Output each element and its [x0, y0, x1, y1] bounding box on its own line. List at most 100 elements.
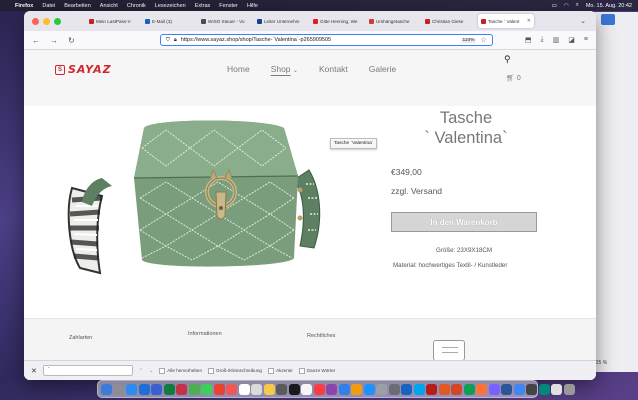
zoom-indicator[interactable]: 110%	[460, 37, 477, 43]
menu-file[interactable]: Datei	[42, 3, 55, 9]
menu-hamburger-icon[interactable]: ≡	[584, 36, 588, 44]
app-icon[interactable]	[276, 383, 287, 395]
tab-wiso[interactable]: WISO Steuer - Vo	[198, 14, 251, 28]
nav-gallery[interactable]: Galerie	[369, 64, 396, 74]
podcasts-icon[interactable]	[326, 383, 337, 395]
search-icon[interactable]: ⚲	[504, 54, 511, 64]
app-icon[interactable]	[338, 383, 350, 395]
powerpoint-icon[interactable]	[451, 383, 462, 395]
match-case-checkbox[interactable]: Groß-/Kleinschreibung	[208, 367, 262, 374]
settings-icon[interactable]	[376, 383, 387, 395]
app-icon[interactable]	[463, 383, 475, 395]
finder-icon[interactable]	[101, 383, 112, 395]
background-window-button[interactable]	[601, 14, 615, 25]
site-icon	[369, 18, 374, 24]
menu-app-name[interactable]: Firefox	[15, 3, 33, 9]
app-icon[interactable]	[413, 383, 425, 395]
downloads-icon[interactable]	[551, 383, 562, 395]
site-logo[interactable]: S SAYAZ	[55, 63, 112, 76]
download-icon[interactable]: ⤓	[541, 36, 544, 44]
add-to-cart-button[interactable]: In den Warenkorb	[391, 212, 537, 232]
app-icon[interactable]	[301, 383, 312, 395]
app-icon[interactable]	[401, 383, 412, 395]
find-input[interactable]: `	[42, 365, 133, 376]
menu-history[interactable]: Chronik	[127, 3, 146, 9]
minimize-window-button[interactable]	[43, 17, 50, 25]
facetime-icon[interactable]	[201, 383, 212, 395]
library-icon[interactable]: ▥	[553, 36, 560, 44]
menu-view[interactable]: Ansicht	[100, 3, 118, 9]
dock	[97, 380, 575, 398]
menu-help[interactable]: Hilfe	[247, 3, 258, 9]
tab-tasche-active[interactable]: Tasche ` Valent ✕	[478, 14, 534, 28]
menu-bookmarks[interactable]: Lesezeichen	[155, 3, 186, 9]
excel-icon[interactable]	[163, 383, 175, 395]
app-icon[interactable]	[438, 383, 450, 395]
match-diacritics-checkbox[interactable]: Akzente	[267, 367, 293, 374]
launchpad-icon[interactable]	[113, 383, 125, 395]
app-icon[interactable]	[176, 383, 187, 395]
highlight-all-checkbox[interactable]: Alle hervorheben	[159, 367, 202, 374]
forward-arrow-icon[interactable]: →	[50, 36, 58, 45]
extension-icon[interactable]: ◪	[568, 36, 575, 44]
find-next-icon[interactable]: ⌄	[149, 368, 153, 374]
shipping-note[interactable]: zzgl. Versand	[391, 186, 442, 196]
app-icon[interactable]	[488, 383, 500, 395]
app-store-icon[interactable]	[363, 383, 375, 395]
menu-tools[interactable]: Extras	[195, 3, 211, 9]
tab-youtube[interactable]: Gitte Henning, We	[310, 14, 363, 28]
close-find-icon[interactable]: ✕	[31, 367, 37, 375]
calendar-icon[interactable]	[238, 383, 250, 395]
lock-icon[interactable]: 🔒︎	[174, 37, 177, 44]
whole-words-checkbox[interactable]: Ganze Wörter	[298, 367, 335, 374]
wifi-icon[interactable]: ◠	[564, 3, 569, 9]
safari-icon[interactable]	[126, 383, 137, 395]
chrome-icon[interactable]	[513, 383, 525, 395]
messages-icon[interactable]	[188, 383, 200, 395]
mail-app-icon[interactable]	[151, 383, 162, 395]
reload-icon[interactable]: ↻	[68, 36, 75, 45]
firefox-icon[interactable]	[476, 383, 487, 395]
menu-window[interactable]: Fenster	[219, 3, 238, 9]
tab-leiter[interactable]: Leiter Unternehm	[254, 14, 307, 28]
app-icon[interactable]	[538, 383, 550, 395]
tab-lastpass[interactable]: Mein LastPass-V	[86, 14, 139, 28]
find-previous-icon[interactable]: ⌃	[139, 368, 143, 374]
url-text[interactable]: https://www.sayaz.shop/shop/Tasche-`Vale…	[181, 37, 331, 43]
clock[interactable]: Mo. 15. Aug. 20:42	[586, 3, 632, 9]
bookmark-star-icon[interactable]: ☆	[480, 36, 486, 44]
back-arrow-icon[interactable]: ←	[32, 36, 40, 45]
app-icon[interactable]	[138, 383, 150, 395]
app-icon[interactable]	[388, 383, 400, 395]
contacts-icon[interactable]	[251, 383, 262, 395]
battery-icon[interactable]: ▭	[552, 3, 557, 9]
tab-christian[interactable]: Christian Giese	[422, 14, 475, 28]
app-icon[interactable]	[213, 383, 225, 395]
nav-contact[interactable]: Kontakt	[319, 64, 348, 74]
close-window-button[interactable]	[32, 17, 39, 25]
mobile-menu-button[interactable]	[433, 340, 465, 361]
pocket-icon[interactable]: ⬒	[525, 36, 532, 44]
trash-icon[interactable]	[563, 383, 575, 395]
address-bar[interactable]: ⛉ 🔒︎ https://www.sayaz.shop/shop/Tasche-…	[159, 34, 493, 46]
nav-shop[interactable]: Shop ⌄	[271, 64, 298, 74]
app-icon[interactable]	[351, 383, 362, 395]
close-tab-icon[interactable]: ✕	[527, 18, 531, 24]
menu-edit[interactable]: Bearbeiten	[64, 3, 91, 9]
tab-umhaengetasche[interactable]: Umhängetasche	[366, 14, 419, 28]
music-icon[interactable]	[313, 383, 325, 395]
tab-email[interactable]: E-Mail (3)	[142, 14, 195, 28]
tab-list-chevron-icon[interactable]: ⌄	[580, 17, 586, 25]
product-image[interactable]	[62, 118, 328, 278]
shield-icon[interactable]: ⛉	[166, 37, 170, 44]
acrobat-icon[interactable]	[426, 383, 437, 395]
word-icon[interactable]	[501, 383, 512, 395]
app-icon[interactable]	[526, 383, 537, 395]
app-icon[interactable]	[226, 383, 237, 395]
zoom-window-button[interactable]	[54, 17, 61, 25]
cart-link[interactable]: 🛒︎ 0	[506, 74, 521, 82]
search-icon[interactable]: ⌕	[576, 2, 579, 9]
notes-icon[interactable]	[263, 383, 275, 395]
nav-home[interactable]: Home	[227, 64, 250, 74]
tv-icon[interactable]	[288, 383, 300, 395]
